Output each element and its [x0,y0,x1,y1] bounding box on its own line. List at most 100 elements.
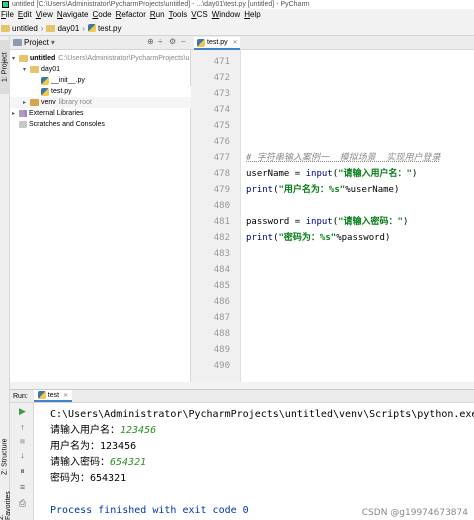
code-line: userName = input("请输入用户名：") [246,166,417,182]
tree-item-extra: library root [58,99,92,106]
console-text: 请输入密码： [50,457,110,468]
user-input-text: 123456 [120,425,157,436]
console-text: C:\Users\Administrator\PycharmProjects\u… [50,409,474,420]
string-literal: "请输入密码：" [338,217,403,227]
structure-tool-tab[interactable]: Z: Structure [0,432,10,482]
line-number: 482 [213,233,230,243]
expand-arrow-icon[interactable]: ▾ [12,55,19,62]
tree-item-label: day01 [41,66,61,73]
tree-item-label: test.py [51,88,72,95]
down-arrow-icon[interactable]: ↓ [18,451,27,460]
python-file-icon [41,76,49,85]
project-panel-header: Project ▾ ⊕ ÷ ⚙ – [10,36,191,50]
tree-item-label: untitled [30,55,56,62]
code-token: password = [246,217,306,227]
menu-item-view[interactable]: View [36,9,53,21]
line-number: 481 [213,217,230,227]
soft-wrap-icon[interactable]: ≡ [18,483,27,492]
line-number: 479 [213,185,230,195]
breadcrumb-item-file[interactable]: test.py [87,24,122,33]
code-token: ) [402,217,409,227]
breadcrumb-item-project[interactable]: untitled › [1,24,43,33]
code-editor[interactable]: #_字符串输入案例一 模拟场景 实现用户登录 userName = input("… [241,50,474,382]
line-number: 488 [213,329,230,339]
console-text: 用户名为：123456 [50,441,137,452]
menu-item-file[interactable]: File [1,9,14,21]
line-number: 477 [213,153,230,163]
code-line: print("密码为：%s"%password) [246,230,390,246]
expand-arrow-icon[interactable]: ▸ [12,110,19,117]
stop-icon[interactable]: ■ [18,437,27,446]
menu-item-help[interactable]: Help [244,9,260,21]
menu-item-window[interactable]: Window [212,9,240,21]
menu-item-code[interactable]: Code [93,9,112,21]
tree-item-venv[interactable]: ▸ venv library root [10,97,191,108]
line-number: 480 [213,201,230,211]
line-number: 490 [213,361,230,371]
menu-item-tools[interactable]: Tools [169,9,188,21]
close-icon[interactable]: ✕ [63,392,68,399]
tree-item-label: External Libraries [29,110,84,117]
tree-item-scratches-and-consoles[interactable]: Scratches and Consoles [10,119,191,130]
run-tab-test[interactable]: test ✕ [33,390,73,402]
close-icon[interactable]: ✕ [233,39,238,46]
tree-item-untitled[interactable]: ▾ untitled C:\Users\Administrator\PycharmP… [10,53,191,64]
tree-item-label: __init__.py [51,77,85,84]
code-token: ) [411,169,418,179]
library-icon [19,110,27,117]
rerun-icon[interactable]: ▶ [18,407,27,416]
pycharm-logo-icon [2,1,9,8]
python-file-icon [37,391,46,399]
menu-item-run[interactable]: Run [150,9,165,21]
run-panel-header: Run: test ✕ [10,389,474,403]
line-number: 484 [213,265,230,275]
chevron-down-icon[interactable]: ▾ [51,38,55,47]
run-console[interactable]: C:\Users\Administrator\PycharmProjects\u… [34,403,474,520]
line-number: 485 [213,281,230,291]
code-token: %password) [336,233,391,243]
scratch-icon [19,121,27,128]
tree-item-external-libraries[interactable]: ▸ External Libraries [10,108,191,119]
expand-arrow-icon[interactable]: ▾ [23,66,30,73]
process-finished-line: Process finished with exit code 0 [50,503,249,519]
console-line: 密码为：654321 [50,471,126,487]
watermark: CSDN @g19974673874 [361,508,468,518]
code-line: print("用户名为：%s"%userName) [246,182,399,198]
tree-item-test-py[interactable]: test.py [10,86,191,97]
print-icon[interactable]: ⎙ [18,499,27,508]
python-file-icon [197,38,205,47]
line-number: 476 [213,137,230,147]
locate-icon[interactable]: ⊕ [147,37,154,46]
project-tool-tab[interactable]: 1: Project [0,40,10,94]
menu-item-vcs[interactable]: VCS [191,9,207,21]
expand-arrow-icon[interactable]: ▸ [23,99,30,106]
menu-item-refactor[interactable]: Refactor [116,9,146,21]
builtin-function: input [305,169,333,179]
menu-item-navigate[interactable]: Navigate [57,9,89,21]
line-number: 475 [213,121,230,131]
tree-item-extra: C:\Users\Administrator\PycharmProjects\u [58,55,190,62]
gear-icon[interactable]: ⚙ [169,37,176,46]
code-line: #_字符串输入案例一 模拟场景 实现用户登录 [246,150,441,166]
tree-item-day01[interactable]: ▾ day01 [10,64,191,75]
hide-icon[interactable]: – [181,37,185,46]
string-literal: "请输入用户名：" [338,169,412,179]
project-panel-title[interactable]: Project [24,38,49,47]
collapse-icon[interactable]: ÷ [158,37,162,46]
folder-icon [30,66,39,73]
line-number: 489 [213,345,230,355]
pause-icon[interactable]: ⏸ [18,467,27,476]
up-arrow-icon[interactable]: ↑ [18,423,27,432]
console-text: 请输入用户名： [50,425,120,436]
run-label: Run: [13,392,28,400]
breadcrumb-item-folder[interactable]: day01 › [46,24,85,33]
left-tool-strip: 1: Project Z: Structure 2: Favorites [0,36,12,520]
menu-item-edit[interactable]: Edit [18,9,32,21]
folder-icon [46,24,56,32]
menu-bar: File Edit View Navigate Code Refactor Run Tools… [0,9,474,21]
tree-item-label: venv [41,99,56,106]
code-comment: #_字符串输入案例一 模拟场景 实现用户登录 [246,153,441,163]
favorites-tool-tab[interactable]: 2: Favorites [0,486,12,520]
tree-item--init-py[interactable]: __init__.py [10,75,191,86]
tab-test-py[interactable]: test.py ✕ [194,37,240,50]
